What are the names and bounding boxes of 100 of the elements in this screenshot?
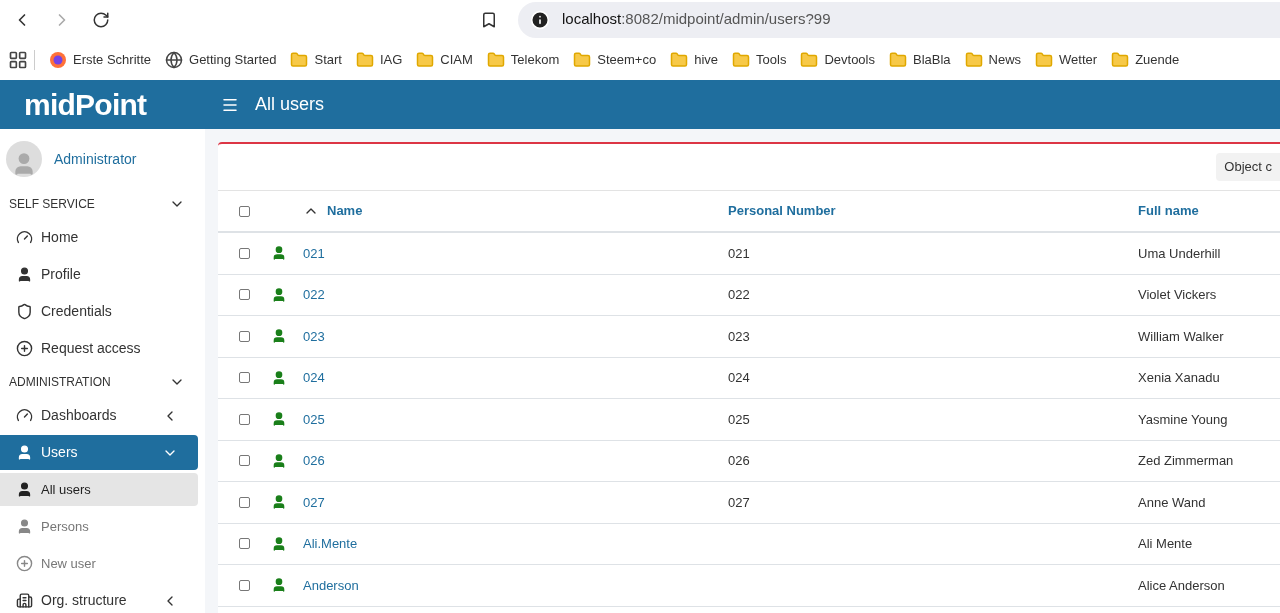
bookmark-item[interactable]: CIAM (416, 49, 473, 70)
nav-subitem[interactable]: All users (0, 473, 198, 506)
bookmark-item[interactable]: Devtools (800, 49, 875, 70)
table-cell-text: 022 (728, 286, 751, 304)
table-cell-text: Violet Vickers (1138, 286, 1218, 304)
shield-icon (16, 303, 33, 320)
apps-icon[interactable] (8, 49, 28, 70)
bookmark-item[interactable]: Erste Schritte (49, 49, 152, 70)
bookmark-item[interactable]: News (964, 49, 1022, 70)
bookmark-item[interactable]: IAG (355, 49, 403, 70)
row-checkbox[interactable] (239, 496, 250, 508)
page-title: All users (255, 93, 325, 116)
nav-item[interactable]: Request access (0, 331, 198, 366)
bookmark-item[interactable]: Start (290, 49, 342, 70)
bookmark-item[interactable]: Wetter (1035, 49, 1098, 70)
nav-item[interactable]: Home (0, 220, 198, 255)
row-checkbox[interactable] (239, 372, 250, 384)
column-header[interactable]: Full name (1138, 201, 1280, 221)
plus-circle-icon (16, 555, 33, 572)
folder-icon (889, 50, 907, 69)
row-checkbox[interactable] (239, 247, 250, 259)
avatar (6, 141, 42, 177)
table-cell-text: 021 (728, 244, 751, 263)
table-cell-text: Zed Zimmerman (1138, 452, 1235, 470)
address-bar[interactable]: localhost:8082/midpoint/admin/users?99 (518, 1, 1280, 38)
column-header[interactable]: Name (327, 201, 363, 221)
nav-item[interactable]: Profile (0, 257, 198, 292)
user-icon (16, 444, 33, 461)
nav-item[interactable]: Credentials (0, 294, 198, 329)
nav-subitem[interactable]: Persons (0, 510, 198, 543)
dashboard-icon (16, 229, 33, 246)
bookmark-item[interactable]: Telekom (486, 49, 560, 70)
bookmark-item[interactable]: BlaBla (889, 49, 951, 70)
user-icon (271, 452, 287, 469)
plus-circle-icon (16, 340, 33, 357)
table-cell-text: Uma Underhill (1138, 244, 1222, 263)
bookmark-item[interactable]: Getting Started (165, 49, 277, 70)
globe-icon (165, 50, 184, 69)
nav-item[interactable]: Org. structure (0, 583, 198, 613)
table-cell-text: Anne Wand (1138, 493, 1207, 512)
bookmark-item[interactable]: Steem+co (573, 49, 657, 70)
section-header: SELF SERVICE (9, 196, 95, 213)
bookmark-item[interactable]: Zuende (1111, 49, 1180, 70)
app-logo: midPoint (24, 87, 147, 123)
row-checkbox[interactable] (239, 289, 250, 301)
nav-item[interactable]: Users (0, 435, 198, 470)
user-icon (271, 245, 287, 262)
row-checkbox[interactable] (239, 413, 250, 425)
folder-icon (964, 50, 983, 69)
user-name-link[interactable]: 026 (303, 451, 728, 471)
table-cell-text: 024 (728, 369, 751, 387)
folder-icon (355, 50, 374, 69)
folder-icon (1111, 50, 1130, 69)
row-checkbox[interactable] (239, 330, 250, 342)
table-cell-text: William Walker (1138, 327, 1225, 346)
user-icon (271, 286, 287, 303)
row-checkbox[interactable] (239, 579, 250, 591)
user-name-link[interactable]: 021 (303, 243, 728, 263)
select-all-checkbox[interactable] (239, 205, 250, 217)
user-icon (271, 577, 287, 594)
bookmark-item[interactable]: Tools (732, 49, 787, 70)
table-cell-text: Ali Mente (1138, 535, 1194, 553)
user-name-link[interactable]: 027 (303, 492, 728, 512)
table-cell-text: Alice Anderson (1138, 576, 1226, 595)
row-checkbox[interactable] (239, 455, 250, 467)
section-header: ADMINISTRATION (9, 374, 111, 391)
user-icon (271, 411, 287, 428)
folder-icon (670, 50, 689, 69)
user-name-link[interactable]: 024 (303, 368, 728, 388)
user-name-link[interactable]: Ali.Mente (303, 534, 728, 554)
folder-icon (1035, 50, 1054, 69)
folder-icon (486, 50, 505, 69)
user-name-link[interactable]: 023 (303, 326, 728, 346)
user-icon (16, 518, 33, 535)
bookmark-item[interactable]: hive (670, 49, 719, 70)
reload-icon[interactable] (92, 10, 110, 29)
user-icon (16, 481, 33, 498)
user-link[interactable]: Administrator (54, 148, 137, 170)
user-name-link[interactable]: Anderson (303, 575, 728, 595)
folder-icon (573, 50, 592, 69)
user-name-link[interactable]: 022 (303, 285, 728, 305)
bookmark-icon[interactable] (480, 10, 498, 29)
folder-icon (290, 50, 309, 69)
table-cell-text: Xenia Xanadu (1138, 369, 1221, 387)
building-icon (16, 592, 33, 609)
folder-icon (416, 50, 435, 69)
table-cell-text: Yasmine Young (1138, 410, 1229, 429)
column-header[interactable]: Personal Number (728, 201, 1138, 221)
nav-item[interactable]: Dashboards (0, 398, 198, 433)
table-cell-text: 025 (728, 410, 751, 429)
user-icon (271, 328, 287, 345)
user-icon (16, 266, 33, 283)
row-checkbox[interactable] (239, 538, 250, 550)
info-icon (530, 9, 550, 30)
user-name-link[interactable]: 025 (303, 409, 728, 429)
browser-logo-icon (49, 50, 67, 69)
table-cell-text: 023 (728, 327, 751, 346)
toolbar-button[interactable]: Object c (1216, 153, 1280, 181)
table-cell-text: 027 (728, 493, 751, 512)
nav-subitem[interactable]: New user (0, 547, 198, 580)
